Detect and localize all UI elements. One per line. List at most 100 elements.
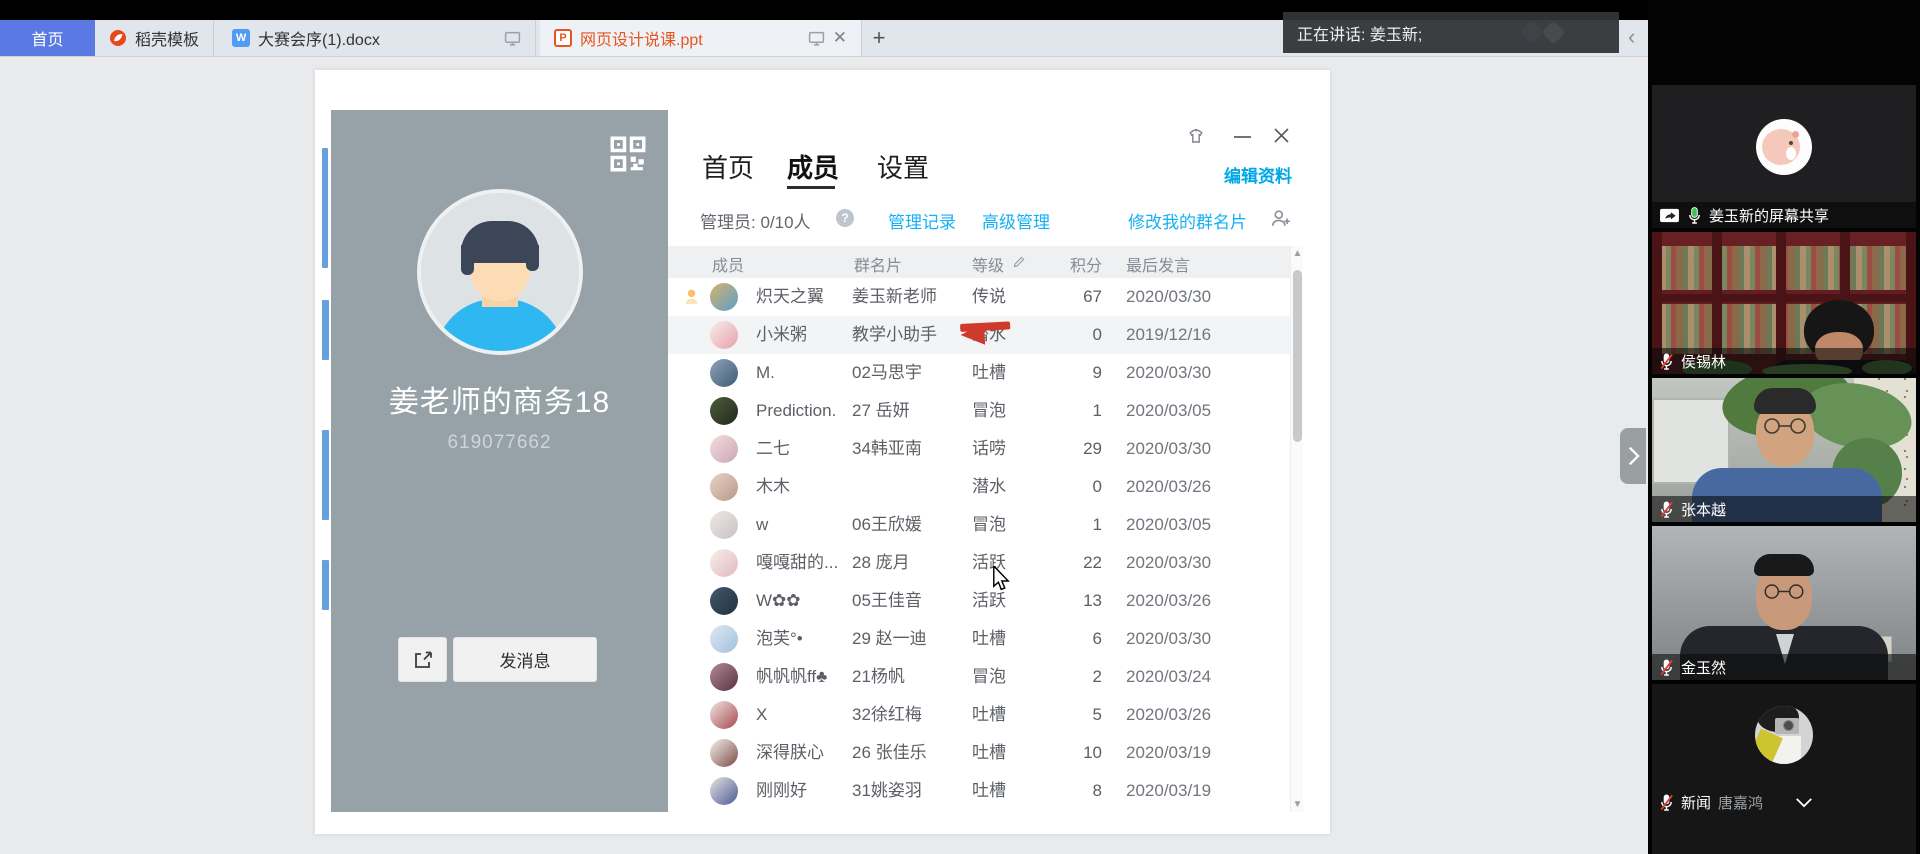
member-card-name[interactable]: 29 赵一迪 [852, 620, 927, 658]
avatar[interactable] [710, 511, 738, 539]
member-name[interactable]: 木木 [756, 468, 790, 506]
tab-docer[interactable]: 稻壳模板 [95, 20, 214, 56]
participant-tile[interactable]: 侯锡林 [1652, 232, 1916, 374]
member-card-name[interactable]: 02马思宇 [852, 354, 922, 392]
member-level: 传说 [972, 278, 1006, 316]
tab-close-icon[interactable]: ✕ [833, 28, 847, 48]
member-name[interactable]: 刚刚好 [756, 772, 807, 810]
member-card-name[interactable]: 28 庞月 [852, 544, 910, 582]
occluded-page-text [322, 560, 329, 610]
collapse-left-chevron-icon[interactable]: ‹ [1628, 24, 1635, 50]
tab-document[interactable]: W 大赛会序(1).docx [218, 20, 536, 56]
scroll-down-icon[interactable]: ▼ [1291, 799, 1304, 810]
member-name[interactable]: w [756, 506, 768, 544]
member-name[interactable]: 小米粥 [756, 316, 807, 354]
close-button[interactable] [1272, 126, 1291, 145]
table-row[interactable]: 刚刚好 31姚姿羽 吐槽 8 2020/03/19 [668, 772, 1290, 810]
panel-tab-home[interactable]: 首页 [702, 148, 754, 185]
word-icon: W [232, 29, 250, 47]
member-card-name[interactable]: 27 岳妍 [852, 392, 910, 430]
table-row[interactable]: 嘎嘎甜的... 28 庞月 活跃 22 2020/03/30 [668, 544, 1290, 582]
table-scrollbar[interactable]: ▲ ▼ [1290, 246, 1303, 812]
edit-profile-link[interactable]: 编辑资料 [1168, 162, 1292, 187]
person-add-icon[interactable] [1270, 208, 1292, 228]
panel-expand-handle[interactable] [1620, 428, 1646, 484]
avatar[interactable] [710, 359, 738, 387]
member-name[interactable]: 嘎嘎甜的... [756, 544, 838, 582]
member-name[interactable]: 深得朕心 [756, 734, 824, 772]
present-monitor-icon[interactable] [808, 30, 825, 47]
minimize-button[interactable] [1234, 136, 1251, 138]
member-name[interactable]: X [756, 696, 767, 734]
admin-log-link[interactable]: 管理记录 [888, 208, 956, 233]
tab-home[interactable]: 首页 [0, 20, 95, 56]
member-name[interactable]: 炽天之翼 [756, 278, 824, 316]
table-row[interactable]: 二七 34韩亚南 话唠 29 2020/03/30 [668, 430, 1290, 468]
advanced-manage-link[interactable]: 高级管理 [982, 208, 1050, 233]
member-card-name[interactable]: 姜玉新老师 [852, 278, 937, 316]
send-message-button[interactable]: 发消息 [453, 637, 597, 682]
member-last-speak: 2020/03/05 [1126, 392, 1211, 430]
table-row[interactable]: M. 02马思宇 吐槽 9 2020/03/30 [668, 354, 1290, 392]
edit-level-pencil-icon[interactable] [1012, 255, 1026, 269]
avatar[interactable] [710, 435, 738, 463]
avatar[interactable] [710, 777, 738, 805]
member-card-name[interactable]: 21杨帆 [852, 658, 905, 696]
table-row[interactable]: 泡芙°• 29 赵一迪 吐槽 6 2020/03/30 [668, 620, 1290, 658]
member-card-name[interactable]: 06王欣媛 [852, 506, 922, 544]
table-row[interactable]: 小米粥 教学小助手 潜水 0 2019/12/16 [668, 316, 1290, 354]
avatar[interactable] [710, 625, 738, 653]
participant-tile-screenshare[interactable]: 姜玉新的屏幕共享 [1652, 85, 1916, 228]
table-row[interactable]: 木木 潜水 0 2020/03/26 [668, 468, 1290, 506]
avatar[interactable] [710, 397, 738, 425]
member-card-name[interactable]: 26 张佳乐 [852, 734, 927, 772]
share-button[interactable] [398, 637, 447, 682]
chevron-down-icon[interactable] [1794, 797, 1814, 808]
avatar[interactable] [710, 473, 738, 501]
avatar[interactable] [710, 701, 738, 729]
table-row[interactable]: Prediction. 27 岳妍 冒泡 1 2020/03/05 [668, 392, 1290, 430]
toast-decoration [1519, 20, 1543, 44]
member-card-name[interactable]: 05王佳音 [852, 582, 922, 620]
participant-tile[interactable]: 新闻 唐嘉鸿 [1652, 684, 1916, 854]
member-card-name[interactable]: 32徐红梅 [852, 696, 922, 734]
present-monitor-icon[interactable] [504, 30, 521, 47]
qq-group-panel: 首页 成员 设置 编辑资料 管理员: 0/10人 ? 管理记录 高级管理 修改我… [668, 110, 1305, 812]
panel-tab-settings[interactable]: 设置 [877, 148, 929, 185]
avatar[interactable] [710, 283, 738, 311]
avatar[interactable] [710, 663, 738, 691]
table-row[interactable]: X 32徐红梅 吐槽 5 2020/03/26 [668, 696, 1290, 734]
qr-code-icon[interactable] [607, 133, 649, 175]
theme-skin-icon[interactable] [1186, 126, 1206, 146]
member-name[interactable]: M. [756, 354, 775, 392]
scrollbar-thumb[interactable] [1293, 270, 1302, 442]
edit-my-card-link[interactable]: 修改我的群名片 [1128, 208, 1247, 233]
table-row[interactable]: W✿✿ 05王佳音 活跃 13 2020/03/26 [668, 582, 1290, 620]
panel-tab-members[interactable]: 成员 [787, 148, 839, 185]
member-name[interactable]: W✿✿ [756, 582, 801, 620]
participant-tile[interactable]: 金玉然 [1652, 526, 1916, 680]
mic-muted-icon [1659, 352, 1674, 371]
avatar[interactable] [710, 739, 738, 767]
avatar[interactable] [710, 549, 738, 577]
group-avatar[interactable] [417, 189, 583, 355]
member-card-name[interactable]: 31姚姿羽 [852, 772, 922, 810]
avatar[interactable] [710, 587, 738, 615]
avatar[interactable] [710, 321, 738, 349]
help-icon[interactable]: ? [836, 209, 854, 227]
member-name[interactable]: 二七 [756, 430, 790, 468]
speaking-toast: 正在讲话: 姜玉新; [1283, 12, 1619, 53]
scroll-up-icon[interactable]: ▲ [1291, 248, 1304, 259]
member-name[interactable]: 泡芙°• [756, 620, 803, 658]
member-card-name[interactable]: 34韩亚南 [852, 430, 922, 468]
new-tab-button[interactable]: + [862, 20, 896, 56]
member-card-name[interactable]: 教学小助手 [852, 316, 937, 354]
table-row[interactable]: 深得朕心 26 张佳乐 吐槽 10 2020/03/19 [668, 734, 1290, 772]
tab-ppt-active[interactable]: P 网页设计说课.ppt ✕ [540, 20, 862, 56]
member-name[interactable]: Prediction. [756, 392, 836, 430]
table-row[interactable]: w 06王欣媛 冒泡 1 2020/03/05 [668, 506, 1290, 544]
participant-tile[interactable]: 张本越 [1652, 378, 1916, 522]
table-row[interactable]: 炽天之翼 姜玉新老师 传说 67 2020/03/30 [668, 278, 1290, 316]
member-name[interactable]: 帆帆帆ff♣ [756, 658, 827, 696]
table-row[interactable]: 帆帆帆ff♣ 21杨帆 冒泡 2 2020/03/24 [668, 658, 1290, 696]
